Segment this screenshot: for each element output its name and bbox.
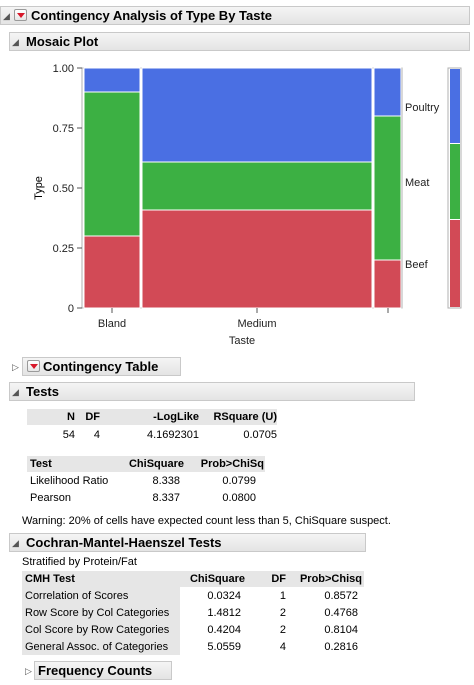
red-triangle-menu-icon[interactable] [27,360,40,372]
x-axis-label: Taste [229,335,255,347]
mosaic-cell-medium-beef [141,209,373,309]
outline-header-tests[interactable] [9,382,415,401]
y-axis [77,67,82,309]
value-df: 4 [93,429,100,441]
mosaic-cell-c3-beef [373,259,402,309]
y-tick-label: 1.00 [53,63,74,75]
report-title: Contingency Analysis of Type By Taste [31,8,273,23]
cmh-row-chisq: 1.4812 [207,607,241,619]
chisq-row-label: Pearson [30,492,71,504]
cmh-row-label: Col Score by Row Categories [25,624,170,636]
value-n: 54 [62,429,75,441]
cmh-row-prob: 0.4768 [324,607,358,619]
mosaic-cell-bland-beef [83,235,141,309]
cmh-row-chisq: 0.0324 [207,590,241,602]
tests-title: Tests [26,384,59,399]
col-header-n: N [67,411,75,423]
collapse-disclosure-icon[interactable]: ◢ [3,11,10,21]
mosaic-cell-bland-meat [83,91,141,237]
collapse-disclosure-icon[interactable]: ◢ [12,538,19,548]
col-header-cmh-test: CMH Test [25,573,75,585]
y-tick-label: 0.25 [53,243,74,255]
col-header-cmh-chisquare: ChiSquare [189,573,245,585]
chisq-row-prob: 0.0800 [222,492,256,504]
legend-label-beef: Beef [405,259,429,271]
y-tick-label: 0 [68,303,74,315]
marginal-beef [450,220,460,307]
cmh-title: Cochran-Mantel-Haenszel Tests [26,535,222,550]
cmh-stratified-label: Stratified by Protein/Fat [22,556,137,568]
y-tick-label: 0.75 [53,123,74,135]
legend-label-meat: Meat [405,177,429,189]
mosaic-cell-c3-meat [373,115,402,261]
contingency-table-title: Contingency Table [43,359,159,374]
value-rsquare: 0.0705 [243,429,277,441]
marginal-poultry [450,69,460,143]
col-header-cmh-prob: Prob>Chisq [299,573,362,585]
chisq-row-label: Likelihood Ratio [30,475,109,487]
chisq-warning: Warning: 20% of cells have expected coun… [22,515,391,527]
col-header-df: DF [85,411,100,423]
cmh-row-chisq: 5.0559 [207,641,241,653]
chisq-row-value: 8.337 [152,492,180,504]
expand-disclosure-icon[interactable]: ▷ [25,666,32,676]
mosaic-cell-c3-poultry [373,67,402,117]
red-triangle-menu-icon[interactable] [14,9,27,21]
legend-label-poultry: Poultry [405,102,440,114]
cmh-row-label: Correlation of Scores [25,590,129,602]
value-loglike: 4.1692301 [147,429,199,441]
col-header-chisquare: ChiSquare [128,458,184,470]
mosaic-plot: 1.00 0.75 0.50 0.25 0 Type Bland Medium … [33,63,462,347]
col-header-cmh-df: DF [271,573,286,585]
mosaic-cell-bland-poultry [83,67,141,93]
cmh-row-chisq: 0.4204 [207,624,241,636]
col-header-prob: Prob>ChiSq [200,458,264,470]
x-tick-label: Medium [237,318,276,330]
cmh-row-df: 1 [279,590,286,602]
y-tick-label: 0.50 [53,183,74,195]
mosaic-cell-medium-poultry [141,67,373,163]
cmh-row-label: Row Score by Col Categories [25,607,170,619]
col-header-loglike: -LogLike [153,411,199,423]
cmh-row-prob: 0.2816 [324,641,358,653]
cmh-row-df: 2 [279,624,286,636]
expand-disclosure-icon[interactable]: ▷ [12,362,19,372]
collapse-disclosure-icon[interactable]: ◢ [12,37,19,47]
cmh-row-prob: 0.8104 [324,624,358,636]
col-header-test: Test [30,458,52,470]
x-tick-label: Bland [98,318,126,330]
col-header-rsquare: RSquare (U) [213,411,277,423]
cmh-row-df: 4 [279,641,286,653]
cmh-row-label: General Assoc. of Categories [25,641,169,653]
chisq-row-value: 8.338 [152,475,180,487]
mosaic-plot-title: Mosaic Plot [26,34,99,49]
mosaic-cell-medium-meat [141,161,373,211]
collapse-disclosure-icon[interactable]: ◢ [12,387,19,397]
chisq-row-prob: 0.0799 [222,475,256,487]
cmh-row-prob: 0.8572 [324,590,358,602]
cmh-row-df: 2 [279,607,286,619]
marginal-meat [450,144,460,219]
y-axis-label: Type [33,176,45,200]
frequency-counts-title: Frequency Counts [38,663,153,678]
